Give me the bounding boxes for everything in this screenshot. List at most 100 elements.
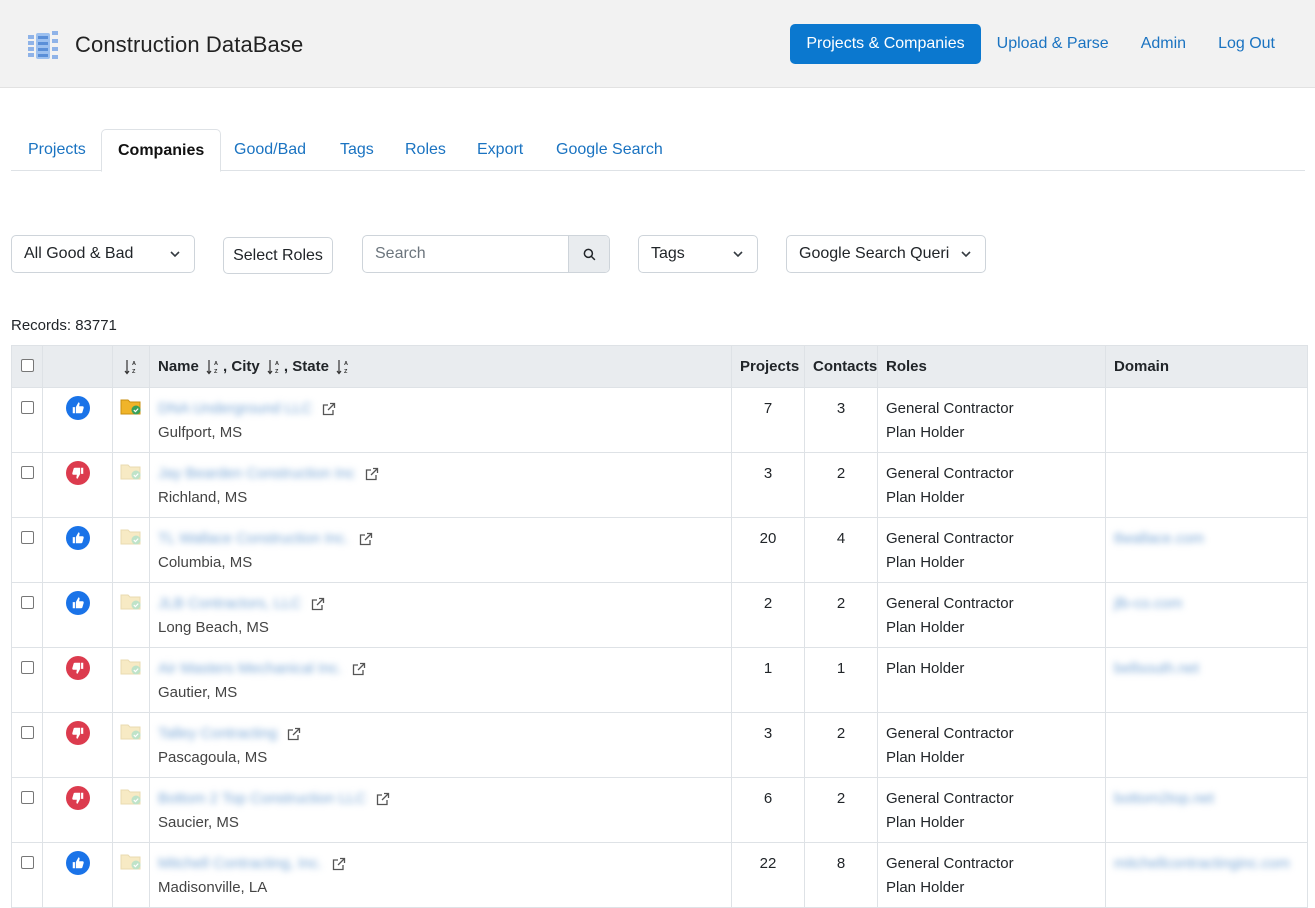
contacts-header: Contacts — [804, 345, 878, 388]
table-row[interactable]: TL Wallace Construction Inc. Columbia, M… — [11, 517, 1308, 583]
table-row[interactable]: Jay Bearden Construction Inc Richland, M… — [11, 452, 1308, 518]
folder-icon[interactable] — [120, 786, 142, 806]
company-name-link[interactable]: Jay Bearden Construction Inc — [158, 465, 355, 482]
external-link-icon[interactable] — [311, 597, 325, 611]
external-link-icon[interactable] — [322, 402, 336, 416]
company-cell: Mitchell Contracting, Inc. Madisonville,… — [149, 842, 732, 908]
contacts-count: 4 — [804, 517, 878, 583]
thumbs-down-icon[interactable] — [65, 656, 90, 680]
external-link-icon[interactable] — [287, 727, 301, 741]
domain-link[interactable]: mitchellcontractinginc.com — [1114, 855, 1290, 872]
folder-icon[interactable] — [120, 461, 142, 481]
tab-projects[interactable]: Projects — [12, 129, 102, 171]
select-all-checkbox[interactable] — [20, 359, 34, 372]
good-bad-select[interactable]: All Good & Bad — [11, 235, 195, 273]
folder-cell — [112, 387, 150, 453]
company-name-link[interactable]: Mitchell Contracting, Inc. — [158, 855, 322, 872]
table-row[interactable]: Bottom 2 Top Construction LLC Saucier, M… — [11, 777, 1308, 843]
domain-link[interactable]: jlb-co.com — [1114, 595, 1182, 612]
google-search-select[interactable]: Google Search Queries — [786, 235, 986, 273]
roles-cell: General Contractor Plan Holder — [877, 712, 1106, 778]
folder-icon[interactable] — [120, 721, 142, 741]
thumbs-down-icon[interactable] — [65, 461, 90, 485]
name-header-label[interactable]: Name — [158, 358, 199, 375]
search-button[interactable] — [568, 236, 609, 272]
row-checkbox[interactable] — [20, 596, 34, 609]
nav-admin[interactable]: Admin — [1125, 25, 1202, 63]
row-checkbox[interactable] — [20, 726, 34, 739]
table-row[interactable]: JLB Contractors, LLC Long Beach, MS 2 2 … — [11, 582, 1308, 648]
roles-header: Roles — [877, 345, 1106, 388]
company-name-link[interactable]: TL Wallace Construction Inc. — [158, 530, 349, 547]
thumbs-up-icon[interactable] — [65, 591, 90, 615]
tab-export[interactable]: Export — [461, 129, 539, 171]
role-label: Plan Holder — [886, 879, 965, 896]
folder-sort-header[interactable]: AZ — [112, 345, 150, 388]
rating-cell — [42, 712, 113, 778]
domain-header: Domain — [1105, 345, 1308, 388]
select-roles-button[interactable]: Select Roles — [223, 237, 333, 274]
tab-roles[interactable]: Roles — [389, 129, 462, 171]
nav-upload-parse[interactable]: Upload & Parse — [981, 25, 1125, 63]
tags-select[interactable]: Tags — [638, 235, 758, 273]
row-checkbox[interactable] — [20, 661, 34, 674]
domain-link[interactable]: bellsouth.net — [1114, 660, 1199, 677]
header-separator: , — [223, 357, 228, 375]
search-input[interactable] — [363, 236, 570, 272]
svg-text:Z: Z — [344, 369, 348, 375]
tab-google-search[interactable]: Google Search — [540, 129, 679, 171]
section-tabs: Projects Companies Good/Bad Tags Roles E… — [11, 129, 1305, 172]
company-name-link[interactable]: JLB Contractors, LLC — [158, 595, 301, 612]
external-link-icon[interactable] — [365, 467, 379, 481]
folder-icon[interactable] — [120, 591, 142, 611]
row-select-cell — [11, 777, 43, 843]
company-name-link[interactable]: Talley Contracting — [158, 725, 277, 742]
row-checkbox[interactable] — [20, 791, 34, 804]
row-checkbox[interactable] — [20, 531, 34, 544]
thumbs-up-icon[interactable] — [65, 851, 90, 875]
tab-tags[interactable]: Tags — [324, 129, 390, 171]
row-checkbox[interactable] — [20, 856, 34, 869]
sort-icon[interactable]: AZ — [206, 359, 220, 375]
role-label: Plan Holder — [886, 660, 965, 677]
company-name-link[interactable]: Air Masters Mechanical Inc. — [158, 660, 342, 677]
table-row[interactable]: Talley Contracting Pascagoula, MS 3 2 Ge… — [11, 712, 1308, 778]
thumbs-down-icon[interactable] — [65, 721, 90, 745]
company-name-link[interactable]: DNA Underground LLC — [158, 400, 312, 417]
thumbs-down-icon[interactable] — [65, 786, 90, 810]
folder-icon[interactable] — [120, 396, 142, 416]
table-row[interactable]: DNA Underground LLC Gulfport, MS 7 3 Gen… — [11, 387, 1308, 453]
folder-icon[interactable] — [120, 526, 142, 546]
folder-icon[interactable] — [120, 851, 142, 871]
chevron-down-icon — [961, 251, 971, 258]
nav-logout[interactable]: Log Out — [1202, 25, 1291, 63]
projects-count: 7 — [731, 387, 805, 453]
row-checkbox[interactable] — [20, 401, 34, 414]
external-link-icon[interactable] — [352, 662, 366, 676]
city-header-label[interactable]: City — [231, 358, 259, 375]
sort-icon[interactable]: AZ — [124, 359, 138, 375]
thumbs-up-icon[interactable] — [65, 396, 90, 420]
company-name-link[interactable]: Bottom 2 Top Construction LLC — [158, 790, 366, 807]
sort-icon[interactable]: AZ — [336, 359, 350, 375]
thumbs-up-icon[interactable] — [65, 526, 90, 550]
contacts-count: 1 — [804, 647, 878, 713]
domain-link[interactable]: bottom2top.net — [1114, 790, 1214, 807]
folder-icon[interactable] — [120, 656, 142, 676]
external-link-icon[interactable] — [376, 792, 390, 806]
rating-cell — [42, 777, 113, 843]
table-row[interactable]: Mitchell Contracting, Inc. Madisonville,… — [11, 842, 1308, 908]
external-link-icon[interactable] — [359, 532, 373, 546]
external-link-icon[interactable] — [332, 857, 346, 871]
tab-good-bad[interactable]: Good/Bad — [218, 129, 322, 171]
row-checkbox[interactable] — [20, 466, 34, 479]
tab-companies[interactable]: Companies — [101, 129, 222, 172]
domain-link[interactable]: tlwallace.com — [1114, 530, 1204, 547]
domain-cell — [1105, 712, 1308, 778]
state-header-label[interactable]: State — [292, 358, 329, 375]
brand[interactable]: Construction DataBase — [27, 28, 303, 62]
nav-projects-companies[interactable]: Projects & Companies — [790, 24, 981, 64]
header-separator: , — [283, 357, 289, 375]
table-row[interactable]: Air Masters Mechanical Inc. Gautier, MS … — [11, 647, 1308, 713]
sort-icon[interactable]: AZ — [267, 359, 281, 375]
